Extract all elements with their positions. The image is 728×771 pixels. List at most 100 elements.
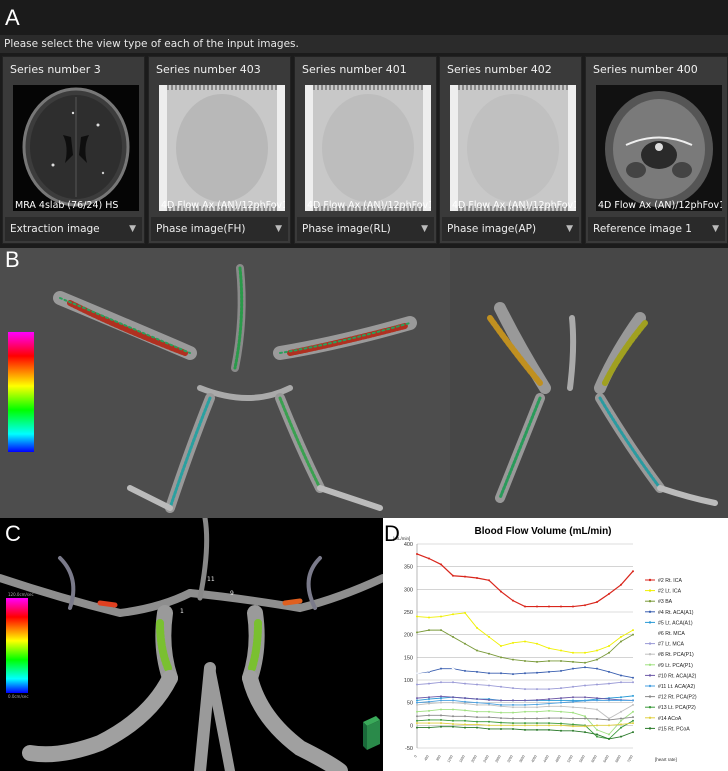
- data-point: [500, 721, 502, 724]
- data-point: [512, 717, 514, 720]
- data-point: [596, 724, 598, 727]
- x-tick-label: 5200: [567, 754, 574, 763]
- data-point: [548, 605, 550, 608]
- data-point: [632, 703, 634, 706]
- legend-marker: [648, 674, 652, 677]
- data-point: [452, 574, 454, 577]
- data-point: [464, 723, 466, 726]
- legend-entry: #5 Lt. ACA(A1): [658, 620, 693, 626]
- data-point: [620, 681, 622, 684]
- data-point: [596, 667, 598, 670]
- x-tick-label: 800: [435, 754, 441, 761]
- data-point: [500, 683, 502, 686]
- data-point: [440, 615, 442, 618]
- data-point: [464, 719, 466, 722]
- data-point: [620, 726, 622, 729]
- series-caption: 4D Flow Ax (AN)/12phFov18: [161, 200, 285, 211]
- data-point: [620, 640, 622, 643]
- data-point: [608, 737, 610, 740]
- x-axis-label: [heart rate]: [655, 757, 677, 762]
- view-type-dropdown[interactable]: Extraction image ▼: [5, 217, 142, 241]
- velocity-color-scale: [6, 598, 28, 693]
- scale-min-label: 0.0cm/sec: [8, 694, 29, 699]
- data-point: [476, 723, 478, 726]
- y-tick-label: 0: [410, 723, 413, 729]
- data-point: [632, 719, 634, 722]
- data-point: [452, 719, 454, 722]
- series-card-400[interactable]: Series number 400 4D Flow Ax (AN)/12phFo…: [585, 56, 728, 244]
- data-point: [548, 659, 550, 662]
- data-point: [512, 706, 514, 709]
- data-point: [464, 726, 466, 729]
- y-tick-label: 50: [407, 701, 413, 707]
- legend-entry: #2 Rt. ICA: [658, 578, 682, 584]
- data-point: [500, 711, 502, 714]
- data-point: [524, 724, 526, 727]
- series-card-3[interactable]: Series number 3 MRA 4slab (76/24) HS Ext…: [2, 56, 145, 244]
- series-title: Series number 3: [10, 63, 101, 76]
- series-thumbnail-mra[interactable]: MRA 4slab (76/24) HS: [13, 85, 139, 211]
- data-point: [632, 731, 634, 734]
- data-point: [596, 683, 598, 686]
- data-point: [464, 674, 466, 677]
- data-point: [524, 706, 526, 709]
- series-card-403[interactable]: Series number 403 4D Flow Ax (AN)/12phFo…: [148, 56, 291, 244]
- data-point: [464, 669, 466, 672]
- x-tick-label: 1600: [459, 754, 466, 763]
- data-point: [596, 733, 598, 736]
- view-type-dropdown[interactable]: Phase image(FH) ▼: [151, 217, 288, 241]
- legend-marker: [648, 589, 652, 592]
- x-tick-label: 4000: [531, 754, 538, 763]
- series-thumbnail-phase-rl[interactable]: 4D Flow Ax (AN)/12phFov18: [305, 85, 431, 211]
- legend-entry: #2 Lt. ICA: [658, 589, 682, 595]
- series-line: [416, 661, 634, 691]
- 3d-vessel-render-panel: C 120.0cm/sec 0.0cm/sec 11 9 1: [0, 518, 383, 771]
- data-point: [512, 711, 514, 714]
- data-point: [536, 717, 538, 720]
- data-point: [524, 688, 526, 691]
- data-point: [548, 688, 550, 691]
- view-type-value: Phase image(AP): [447, 223, 537, 235]
- data-point: [572, 605, 574, 608]
- data-point: [572, 729, 574, 732]
- series-thumbnail-phase-ap[interactable]: 4D Flow Ax (AN)/12phFov18: [450, 85, 576, 211]
- series-card-401[interactable]: Series number 401 4D Flow Ax (AN)/12phFo…: [294, 56, 437, 244]
- data-point: [512, 687, 514, 690]
- series-card-402[interactable]: Series number 402 4D Flow Ax (AN)/12phFo…: [439, 56, 582, 244]
- instruction-text: Please select the view type of each of t…: [0, 35, 728, 53]
- data-point: [476, 649, 478, 652]
- data-point: [536, 724, 538, 727]
- legend-entry: #15 Rt. PCoA: [658, 726, 690, 732]
- data-point: [524, 699, 526, 702]
- data-point: [536, 728, 538, 731]
- legend-entry: #4 Rt. ACA(A1): [658, 610, 694, 616]
- data-point: [488, 635, 490, 638]
- legend-entry: #8 Rt. PCA(P1): [658, 652, 694, 658]
- data-point: [584, 661, 586, 664]
- view-type-dropdown[interactable]: Reference image 1 ▼: [588, 217, 725, 241]
- data-point: [500, 727, 502, 730]
- data-point: [560, 729, 562, 732]
- data-point: [608, 645, 610, 647]
- data-point: [440, 681, 442, 684]
- view-type-dropdown[interactable]: Phase image(AP) ▼: [442, 217, 579, 241]
- phase-image: [159, 85, 285, 211]
- orientation-cube-icon[interactable]: [363, 716, 380, 750]
- data-point: [440, 697, 442, 700]
- x-tick-label: 4800: [555, 754, 562, 763]
- x-tick-label: 3200: [507, 754, 514, 763]
- data-point: [536, 642, 538, 645]
- data-point: [464, 709, 466, 712]
- data-point: [416, 715, 418, 718]
- series-title: Series number 400: [593, 63, 698, 76]
- data-point: [452, 701, 454, 704]
- data-point: [440, 660, 442, 663]
- x-tick-label: 3600: [519, 754, 526, 763]
- view-type-dropdown[interactable]: Phase image(RL) ▼: [297, 217, 434, 241]
- data-point: [572, 723, 574, 726]
- series-thumbnail-reference[interactable]: 4D Flow Ax (AN)/12phFov18: [596, 85, 722, 211]
- series-thumbnail-phase-fh[interactable]: 4D Flow Ax (AN)/12phFov18: [159, 85, 285, 211]
- data-point: [632, 710, 634, 713]
- data-point: [560, 701, 562, 704]
- data-point: [440, 699, 442, 702]
